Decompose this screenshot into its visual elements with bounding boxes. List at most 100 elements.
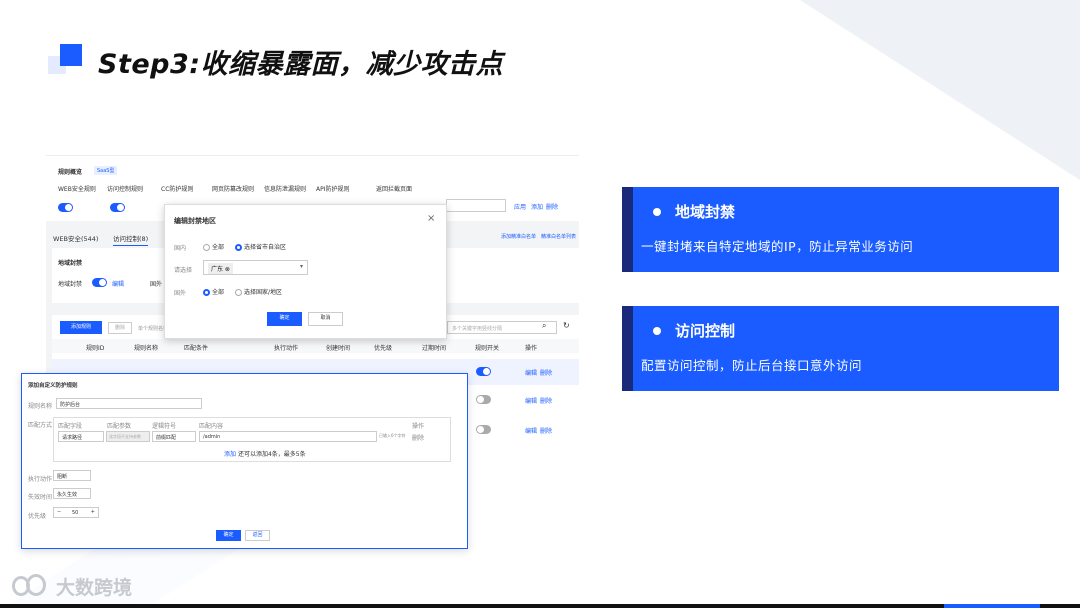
col-expire: 过期时间	[422, 345, 447, 352]
callout-body: 一键封堵来自特定地域的IP，防止异常业务访问	[641, 239, 914, 254]
tab-web-security[interactable]: WEB安全(544)	[53, 233, 98, 243]
tab-access-control[interactable]: 访问控制(8)	[113, 233, 149, 246]
geo-modal-title: 编辑封禁地区	[174, 217, 216, 225]
access-rule-toggle[interactable]	[110, 203, 125, 212]
callout-access-control: 访问控制 配置访问控制，防止后台接口意外访问	[622, 306, 1059, 391]
bullet-icon	[653, 326, 661, 335]
radio-all-domestic[interactable]: 全部	[203, 242, 224, 251]
col-ops: 操作	[525, 345, 538, 352]
row-switch[interactable]	[476, 425, 491, 434]
delete-link[interactable]: 删除	[546, 202, 558, 211]
row-delete[interactable]: 删除	[540, 426, 552, 435]
rule-api: API防护规则	[316, 186, 350, 193]
background-decoration	[800, 0, 1080, 180]
geo-block-label: 地域封禁	[58, 281, 83, 288]
close-icon[interactable]: ×	[427, 213, 435, 224]
row-edit[interactable]: 编辑	[525, 396, 537, 405]
radio-select-country[interactable]: 选择国家/地区	[235, 287, 282, 296]
add-whitelist-link[interactable]: 添加精准白名单	[501, 233, 536, 240]
row-switch[interactable]	[476, 367, 491, 376]
search-icon[interactable]: ⌕	[542, 321, 546, 331]
add-condition-link[interactable]: 添加	[224, 451, 236, 458]
table-header: 规则ID 规则名称 匹配条件 执行动作 创建时间 优先级 过期时间 规则开关 操…	[52, 339, 579, 353]
callout-heading: 地域封禁	[653, 201, 735, 222]
add-rule-button[interactable]: 添加规则	[60, 321, 102, 334]
radio-select-region[interactable]: 选择省市自治区	[235, 242, 286, 251]
priority-label: 优先级	[28, 513, 47, 520]
geo-block-title: 地域封禁	[58, 260, 83, 267]
row-edit[interactable]: 编辑	[525, 368, 537, 377]
edit-geo-block-modal: 编辑封禁地区 × 国内 全部 选择省市自治区 请选择 广东 ⊗ ▾ 国外 全部 …	[164, 204, 447, 339]
logic-select[interactable]: 前缀匹配	[152, 431, 196, 442]
content-input[interactable]: /admin	[199, 431, 377, 442]
col-rule-id: 规则ID	[86, 345, 105, 352]
region-tag: 广东 ⊗	[208, 263, 233, 274]
plus-icon[interactable]: +	[91, 509, 95, 515]
web-rule-toggle[interactable]	[58, 203, 73, 212]
geo-block-edit[interactable]: 编辑	[112, 279, 124, 288]
custom-modal-title: 添加自定义防护规则	[28, 383, 78, 389]
custom-confirm-button[interactable]: 确定	[216, 530, 241, 541]
rule-overview-title: 规则概览	[58, 169, 83, 176]
col-switch: 规则开关	[475, 345, 500, 352]
search-placeholder: 多个关键字用竖线分隔	[452, 326, 503, 332]
priority-stepper[interactable]: − 50 +	[53, 507, 99, 518]
rule-name-input[interactable]: 防护后台	[56, 398, 202, 409]
select-label: 请选择	[174, 267, 193, 274]
param-input[interactable]: 该字段不支持参数	[106, 431, 150, 442]
slide-title: Step3:收缩暴露面，减少攻击点	[98, 49, 504, 80]
domestic-label: 国内	[174, 245, 187, 252]
search-input[interactable]: 多个关键字用竖线分隔	[447, 321, 557, 334]
callout-heading: 访问控制	[653, 320, 735, 341]
row-delete-link[interactable]: 删除	[412, 433, 424, 442]
radio-all-overseas[interactable]: 全部	[203, 287, 224, 296]
row-delete[interactable]: 删除	[540, 396, 552, 405]
apply-link[interactable]: 应用	[514, 202, 526, 211]
row-switch[interactable]	[476, 395, 491, 404]
minus-icon[interactable]: −	[57, 509, 61, 515]
delete-rule-button[interactable]: 删除	[108, 322, 132, 334]
action-select[interactable]: 阻断	[53, 470, 91, 481]
rule-web: WEB安全规则	[58, 186, 96, 193]
bottom-bar	[0, 604, 1080, 608]
action-label: 执行动作	[28, 476, 53, 483]
col-rule-name: 规则名称	[134, 345, 159, 352]
add-custom-rule-modal: 添加自定义防护规则 规则名称 防护后台 匹配方式 匹配字段 匹配参数 逻辑符号 …	[21, 373, 468, 549]
match-label: 匹配方式	[28, 422, 53, 429]
mcol-field: 匹配字段	[58, 423, 83, 430]
chevron-down-icon: ▾	[299, 263, 303, 270]
col-action: 执行动作	[274, 345, 299, 352]
geo-cancel-button[interactable]: 取消	[308, 312, 343, 326]
saas-badge: SaaS型	[94, 166, 118, 175]
callout-body: 配置访问控制，防止后台接口意外访问	[641, 358, 863, 373]
geo-block-toggle[interactable]	[92, 278, 107, 287]
geo-overseas-label: 国外	[150, 281, 163, 288]
custom-cancel-button[interactable]: 返回	[245, 530, 270, 541]
title-square-icon	[46, 44, 86, 78]
col-created: 创建时间	[326, 345, 351, 352]
whitelist-list-link[interactable]: 精准白名单列表	[541, 233, 576, 240]
add-link[interactable]: 添加	[531, 202, 543, 211]
row-delete[interactable]: 删除	[540, 368, 552, 377]
rule-access: 访问控制规则	[107, 186, 144, 193]
col-match: 匹配条件	[184, 345, 209, 352]
refresh-icon[interactable]: ↻	[563, 321, 570, 330]
callout-geo-block: 地域封禁 一键封堵来自特定地域的IP，防止异常业务访问	[622, 187, 1059, 272]
page-select[interactable]	[446, 199, 506, 212]
name-label: 规则名称	[28, 403, 53, 410]
add-condition-hint: 添加 还可以添加4条，最多5条	[224, 451, 306, 458]
bullet-icon	[653, 207, 661, 216]
logo-icon	[10, 572, 50, 600]
match-table: 匹配字段 匹配参数 逻辑符号 匹配内容 操作 请求路径 该字段不支持参数 前缀匹…	[53, 417, 451, 462]
expire-select[interactable]: 永久生效	[53, 488, 91, 499]
brand-logo: 大数跨境	[10, 572, 132, 600]
region-select[interactable]: 广东 ⊗ ▾	[203, 260, 308, 275]
rule-cc: CC防护规则	[161, 186, 194, 193]
row-edit[interactable]: 编辑	[525, 426, 537, 435]
field-select[interactable]: 请求路径	[58, 431, 104, 442]
mcol-op: 操作	[412, 423, 425, 430]
geo-confirm-button[interactable]: 确定	[267, 312, 302, 326]
slide: Step3:收缩暴露面，减少攻击点 规则概览 SaaS型 WEB安全规则 访问控…	[0, 0, 1080, 608]
char-count: 已输入6个字符	[379, 433, 406, 438]
rule-tamper: 网页防篡改规则	[212, 186, 255, 193]
